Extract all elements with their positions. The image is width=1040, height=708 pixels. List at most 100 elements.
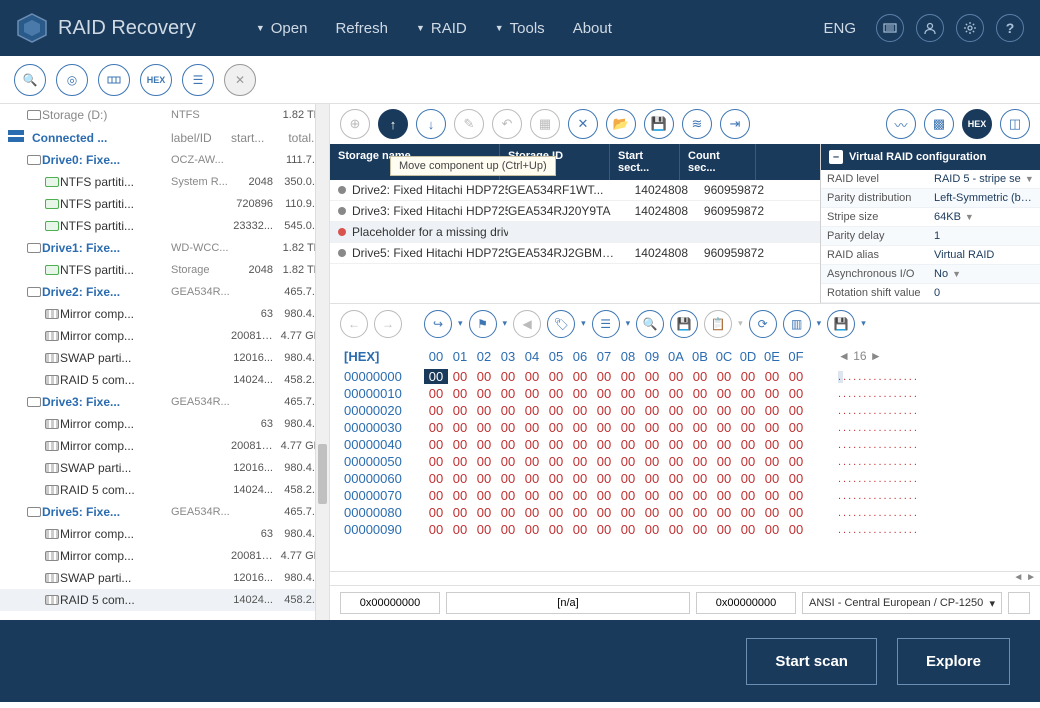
menu-open[interactable]: ▼Open bbox=[256, 20, 308, 37]
component-row[interactable]: Mirror comp...63980.4... bbox=[0, 303, 329, 325]
columns-button[interactable]: ▥ bbox=[783, 310, 811, 338]
export-button[interactable]: ⇥ bbox=[720, 109, 750, 139]
component-row[interactable]: SWAP parti...12016...980.4... bbox=[0, 347, 329, 369]
explore-button[interactable]: Explore bbox=[897, 638, 1010, 685]
start-scan-button[interactable]: Start scan bbox=[746, 638, 877, 685]
remove-button[interactable]: ✕ bbox=[568, 109, 598, 139]
storage-row[interactable]: Drive2: Fixed Hitachi HDP7250...GEA534RF… bbox=[330, 180, 820, 201]
offset-field-2[interactable] bbox=[696, 592, 796, 614]
close-icon[interactable]: ✕ bbox=[224, 64, 256, 96]
hex-h-scrollbar[interactable]: ◄ ► bbox=[330, 571, 1040, 585]
target-btn[interactable]: ⊕ bbox=[340, 109, 370, 139]
menu-raid[interactable]: ▼RAID bbox=[416, 20, 467, 37]
drive-row[interactable]: Drive1: Fixe...WD-WCC...1.82 TB bbox=[0, 237, 329, 259]
component-row[interactable]: RAID 5 com...14024...458.2... bbox=[0, 369, 329, 391]
list-view-button[interactable]: ☰ bbox=[592, 310, 620, 338]
config-row[interactable]: RAID levelRAID 5 - stripe se▼ bbox=[821, 170, 1040, 189]
refresh-hex-button[interactable]: ⟳ bbox=[749, 310, 777, 338]
hex-line[interactable]: 0000006000000000000000000000000000000000… bbox=[344, 470, 1026, 487]
language-selector[interactable]: ENG bbox=[823, 20, 856, 37]
drive-row[interactable]: Drive5: Fixe...GEA534R...465.7... bbox=[0, 501, 329, 523]
graph-icon[interactable]: ▩ bbox=[924, 109, 954, 139]
menu-tools[interactable]: ▼Tools bbox=[495, 20, 545, 37]
activity-icon[interactable]: 〰 bbox=[886, 109, 916, 139]
goto-button[interactable]: ↪ bbox=[424, 310, 452, 338]
hex-line[interactable]: 0000009000000000000000000000000000000000… bbox=[344, 521, 1026, 538]
offset-field-1[interactable] bbox=[340, 592, 440, 614]
sidebar-top-row[interactable]: Storage (D:) NTFS 1.82 TB bbox=[0, 104, 329, 126]
undo-button[interactable]: ↶ bbox=[492, 109, 522, 139]
hex-line[interactable]: 0000008000000000000000000000000000000000… bbox=[344, 504, 1026, 521]
storage-row[interactable]: Drive5: Fixed Hitachi HDP7250...GEA534RJ… bbox=[330, 243, 820, 264]
hex-line[interactable]: 0000007000000000000000000000000000000000… bbox=[344, 487, 1026, 504]
config-row[interactable]: Rotation shift value0 bbox=[821, 284, 1040, 303]
settings-icon[interactable] bbox=[956, 14, 984, 42]
partition-row[interactable]: NTFS partiti...Storage20481.82 TB bbox=[0, 259, 329, 281]
help-icon[interactable]: ? bbox=[996, 14, 1024, 42]
move-down-button[interactable]: ↓ bbox=[416, 109, 446, 139]
component-row[interactable]: Mirror comp...20081254.77 GB bbox=[0, 545, 329, 567]
edit-button[interactable]: ✎ bbox=[454, 109, 484, 139]
list-icon[interactable]: ☰ bbox=[182, 64, 214, 96]
component-row[interactable]: SWAP parti...12016...980.4... bbox=[0, 567, 329, 589]
tag-button[interactable]: 🏷 bbox=[547, 310, 575, 338]
bookmark-button[interactable]: ⚑ bbox=[469, 310, 497, 338]
hex-nav[interactable]: ◄ 16 ► bbox=[838, 349, 882, 364]
save-hex-button[interactable]: 💾 bbox=[670, 310, 698, 338]
encoding-select[interactable]: ANSI - Central European / CP-1250▾ bbox=[802, 592, 1002, 614]
drive-row[interactable]: Drive2: Fixe...GEA534R...465.7... bbox=[0, 281, 329, 303]
config-row[interactable]: Parity delay1 bbox=[821, 227, 1040, 246]
copy-button[interactable]: 📋 bbox=[704, 310, 732, 338]
segment-icon[interactable] bbox=[98, 64, 130, 96]
partition-row[interactable]: NTFS partiti...720896110.9... bbox=[0, 193, 329, 215]
grid-button[interactable]: ▦ bbox=[530, 109, 560, 139]
menu-about[interactable]: About bbox=[573, 20, 612, 37]
config-row[interactable]: Asynchronous I/ONo▼ bbox=[821, 265, 1040, 284]
menu-refresh[interactable]: Refresh bbox=[335, 20, 388, 37]
component-row[interactable]: Mirror comp...20081254.77 GB bbox=[0, 435, 329, 457]
config-row[interactable]: Stripe size64KB▼ bbox=[821, 208, 1040, 227]
selection-field[interactable] bbox=[446, 592, 690, 614]
history-fwd-button[interactable]: → bbox=[374, 310, 402, 338]
hex-line[interactable]: 0000005000000000000000000000000000000000… bbox=[344, 453, 1026, 470]
component-row[interactable]: Mirror comp...63980.4... bbox=[0, 523, 329, 545]
user-icon[interactable] bbox=[916, 14, 944, 42]
drive-row[interactable]: Drive0: Fixe...OCZ-AW...111.7... bbox=[0, 149, 329, 171]
hex-line[interactable]: 0000002000000000000000000000000000000000… bbox=[344, 402, 1026, 419]
config-header[interactable]: –Virtual RAID configuration bbox=[821, 144, 1040, 170]
hex-line[interactable]: 0000000000000000000000000000000000000000… bbox=[344, 368, 1026, 385]
find-button[interactable]: 🔍 bbox=[636, 310, 664, 338]
storage-row[interactable]: Drive3: Fixed Hitachi HDP7250...GEA534RJ… bbox=[330, 201, 820, 222]
hex-line[interactable]: 0000003000000000000000000000000000000000… bbox=[344, 419, 1026, 436]
missing-drive-row[interactable]: Placeholder for a missing drive bbox=[330, 222, 820, 243]
extra-field[interactable] bbox=[1008, 592, 1030, 614]
layout-icon[interactable]: ◫ bbox=[1000, 109, 1030, 139]
component-row[interactable]: SWAP parti...12016...980.4... bbox=[0, 457, 329, 479]
hex-icon[interactable]: HEX bbox=[140, 64, 172, 96]
move-up-button[interactable]: ↑ bbox=[378, 109, 408, 139]
drive-row[interactable]: Drive3: Fixe...GEA534R...465.7... bbox=[0, 391, 329, 413]
col-count-sector[interactable]: Count sec... bbox=[680, 144, 756, 180]
hex-mode-button[interactable]: HEX bbox=[962, 109, 992, 139]
layers-button[interactable]: ≋ bbox=[682, 109, 712, 139]
sidebar-scrollbar[interactable] bbox=[315, 104, 329, 620]
col-start-sector[interactable]: Start sect... bbox=[610, 144, 680, 180]
connected-storages-section[interactable]: Connected ... label/ID start... total... bbox=[0, 126, 329, 149]
nav-prev-button[interactable]: ◀ bbox=[513, 310, 541, 338]
hex-line[interactable]: 0000004000000000000000000000000000000000… bbox=[344, 436, 1026, 453]
history-back-button[interactable]: ← bbox=[340, 310, 368, 338]
save-button[interactable]: 💾 bbox=[644, 109, 674, 139]
config-row[interactable]: RAID aliasVirtual RAID bbox=[821, 246, 1040, 265]
partition-row[interactable]: NTFS partiti...System R...2048350.0... bbox=[0, 171, 329, 193]
search-icon[interactable]: 🔍 bbox=[14, 64, 46, 96]
target-icon[interactable]: ◎ bbox=[56, 64, 88, 96]
component-row[interactable]: Mirror comp...63980.4... bbox=[0, 413, 329, 435]
open-folder-button[interactable]: 📂 bbox=[606, 109, 636, 139]
config-row[interactable]: Parity distributionLeft-Symmetric (b.▼ bbox=[821, 189, 1040, 208]
component-row[interactable]: RAID 5 com...14024...458.2... bbox=[0, 479, 329, 501]
display-icon[interactable] bbox=[876, 14, 904, 42]
partition-row[interactable]: NTFS partiti...23332...545.0... bbox=[0, 215, 329, 237]
component-row[interactable]: RAID 5 com...14024...458.2... bbox=[0, 589, 329, 611]
hex-line[interactable]: 0000001000000000000000000000000000000000… bbox=[344, 385, 1026, 402]
disk-save-button[interactable]: 💾 bbox=[827, 310, 855, 338]
